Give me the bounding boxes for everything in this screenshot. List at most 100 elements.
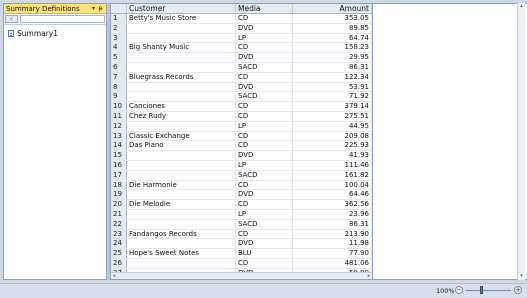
- row-number[interactable]: 25: [111, 249, 127, 258]
- customer-cell[interactable]: [127, 160, 236, 170]
- amount-cell[interactable]: 44.95: [293, 121, 372, 131]
- row-number[interactable]: 6: [111, 62, 127, 72]
- media-cell[interactable]: SACD: [236, 170, 293, 180]
- media-cell[interactable]: SACD: [236, 62, 293, 72]
- header-media[interactable]: Media: [236, 4, 293, 13]
- media-cell[interactable]: DVD: [236, 53, 293, 62]
- row-number[interactable]: 3: [111, 33, 127, 43]
- customer-cell[interactable]: Die Harmonie: [127, 180, 236, 190]
- table-row[interactable]: 8 DVD 53.91: [111, 82, 372, 93]
- media-cell[interactable]: BLU: [236, 249, 293, 258]
- amount-cell[interactable]: 122.34: [293, 72, 372, 82]
- media-cell[interactable]: CD: [236, 111, 293, 121]
- amount-cell[interactable]: 64.74: [293, 33, 372, 43]
- table-row[interactable]: 9 SACD 71.92: [111, 92, 372, 103]
- customer-cell[interactable]: [127, 121, 236, 131]
- table-row[interactable]: 1 Betty's Music Store CD 353.05: [111, 14, 372, 24]
- zoom-slider-track[interactable]: [466, 290, 511, 291]
- customer-cell[interactable]: Classic Exchange: [127, 131, 236, 141]
- panel-dropdown-icon[interactable]: ▾: [90, 5, 97, 13]
- amount-cell[interactable]: 53.91: [293, 82, 372, 92]
- row-number[interactable]: 15: [111, 151, 127, 160]
- customer-cell[interactable]: [127, 23, 236, 33]
- media-cell[interactable]: CD: [236, 258, 293, 268]
- row-number[interactable]: 11: [111, 111, 127, 121]
- zoom-in-button[interactable]: +: [514, 286, 522, 294]
- customer-cell[interactable]: [127, 33, 236, 43]
- customer-cell[interactable]: [127, 82, 236, 92]
- row-number[interactable]: 4: [111, 43, 127, 53]
- table-row[interactable]: 24 DVD 11.98: [111, 239, 372, 250]
- row-number[interactable]: 10: [111, 102, 127, 111]
- customer-cell[interactable]: Big Shanty Music: [127, 43, 236, 53]
- customer-cell[interactable]: Die Melodie: [127, 200, 236, 209]
- row-number[interactable]: 23: [111, 229, 127, 239]
- row-number[interactable]: 20: [111, 200, 127, 209]
- customer-cell[interactable]: [127, 170, 236, 180]
- media-cell[interactable]: SACD: [236, 219, 293, 229]
- media-cell[interactable]: DVD: [236, 23, 293, 33]
- table-row[interactable]: 13 Classic Exchange CD 209.08: [111, 131, 372, 142]
- zoom-slider-thumb[interactable]: [480, 286, 483, 294]
- amount-cell[interactable]: 209.08: [293, 131, 372, 141]
- customer-cell[interactable]: [127, 62, 236, 72]
- media-cell[interactable]: SACD: [236, 92, 293, 102]
- row-number[interactable]: 13: [111, 131, 127, 141]
- table-row[interactable]: 2 DVD 89.85: [111, 23, 372, 34]
- table-row[interactable]: 7 Bluegrass Records CD 122.34: [111, 72, 372, 83]
- row-number[interactable]: 21: [111, 209, 127, 219]
- amount-cell[interactable]: 362.56: [293, 200, 372, 209]
- media-cell[interactable]: LP: [236, 209, 293, 219]
- table-row[interactable]: 16 LP 111.46: [111, 160, 372, 171]
- customer-cell[interactable]: [127, 53, 236, 62]
- table-row[interactable]: 19 DVD 64.46: [111, 190, 372, 201]
- table-row[interactable]: 20 Die Melodie CD 362.56: [111, 200, 372, 210]
- search-input[interactable]: [20, 15, 105, 23]
- search-options-button[interactable]: ⌕: [5, 15, 18, 23]
- media-cell[interactable]: LP: [236, 160, 293, 170]
- table-row[interactable]: 12 LP 44.95: [111, 121, 372, 132]
- media-cell[interactable]: CD: [236, 200, 293, 209]
- media-cell[interactable]: LP: [236, 33, 293, 43]
- amount-cell[interactable]: 77.90: [293, 249, 372, 258]
- scroll-down-icon[interactable]: ▾: [518, 273, 525, 280]
- amount-cell[interactable]: 29.95: [293, 53, 372, 62]
- table-row[interactable]: 10 Canciones CD 379.14: [111, 102, 372, 112]
- row-number[interactable]: 9: [111, 92, 127, 102]
- row-number[interactable]: 24: [111, 239, 127, 249]
- row-number[interactable]: 1: [111, 14, 127, 23]
- customer-cell[interactable]: Fandangos Records: [127, 229, 236, 239]
- table-row[interactable]: 18 Die Harmonie CD 100.04: [111, 180, 372, 191]
- zoom-out-button[interactable]: −: [455, 286, 463, 294]
- amount-cell[interactable]: 481.06: [293, 258, 372, 268]
- customer-cell[interactable]: Das Piano: [127, 141, 236, 151]
- row-number[interactable]: 12: [111, 121, 127, 131]
- pin-icon[interactable]: ᵽ: [97, 5, 104, 13]
- media-cell[interactable]: CD: [236, 72, 293, 82]
- customer-cell[interactable]: [127, 219, 236, 229]
- table-row[interactable]: 22 SACD 86.31: [111, 219, 372, 230]
- scroll-up-icon[interactable]: ▴: [518, 3, 525, 10]
- media-cell[interactable]: CD: [236, 14, 293, 23]
- row-number[interactable]: 19: [111, 190, 127, 200]
- media-cell[interactable]: CD: [236, 102, 293, 111]
- scroll-right-icon[interactable]: ▸: [366, 273, 372, 279]
- amount-cell[interactable]: 158.23: [293, 43, 372, 53]
- horizontal-scrollbar[interactable]: ◂ ▸: [111, 272, 372, 279]
- row-number[interactable]: 7: [111, 72, 127, 82]
- header-amount[interactable]: Amount: [293, 4, 372, 13]
- customer-cell[interactable]: Canciones: [127, 102, 236, 111]
- row-number[interactable]: 5: [111, 53, 127, 62]
- row-number[interactable]: 22: [111, 219, 127, 229]
- amount-cell[interactable]: 89.85: [293, 23, 372, 33]
- vertical-scrollbar[interactable]: ▴ ▾: [517, 3, 525, 280]
- customer-cell[interactable]: [127, 209, 236, 219]
- amount-cell[interactable]: 111.46: [293, 160, 372, 170]
- customer-cell[interactable]: Hope's Sweet Notes: [127, 249, 236, 258]
- amount-cell[interactable]: 11.98: [293, 239, 372, 249]
- row-number[interactable]: 18: [111, 180, 127, 190]
- customer-cell[interactable]: [127, 151, 236, 160]
- tree-item-summary1[interactable]: Summary1: [8, 28, 106, 39]
- customer-cell[interactable]: Betty's Music Store: [127, 14, 236, 23]
- amount-cell[interactable]: 41.93: [293, 151, 372, 160]
